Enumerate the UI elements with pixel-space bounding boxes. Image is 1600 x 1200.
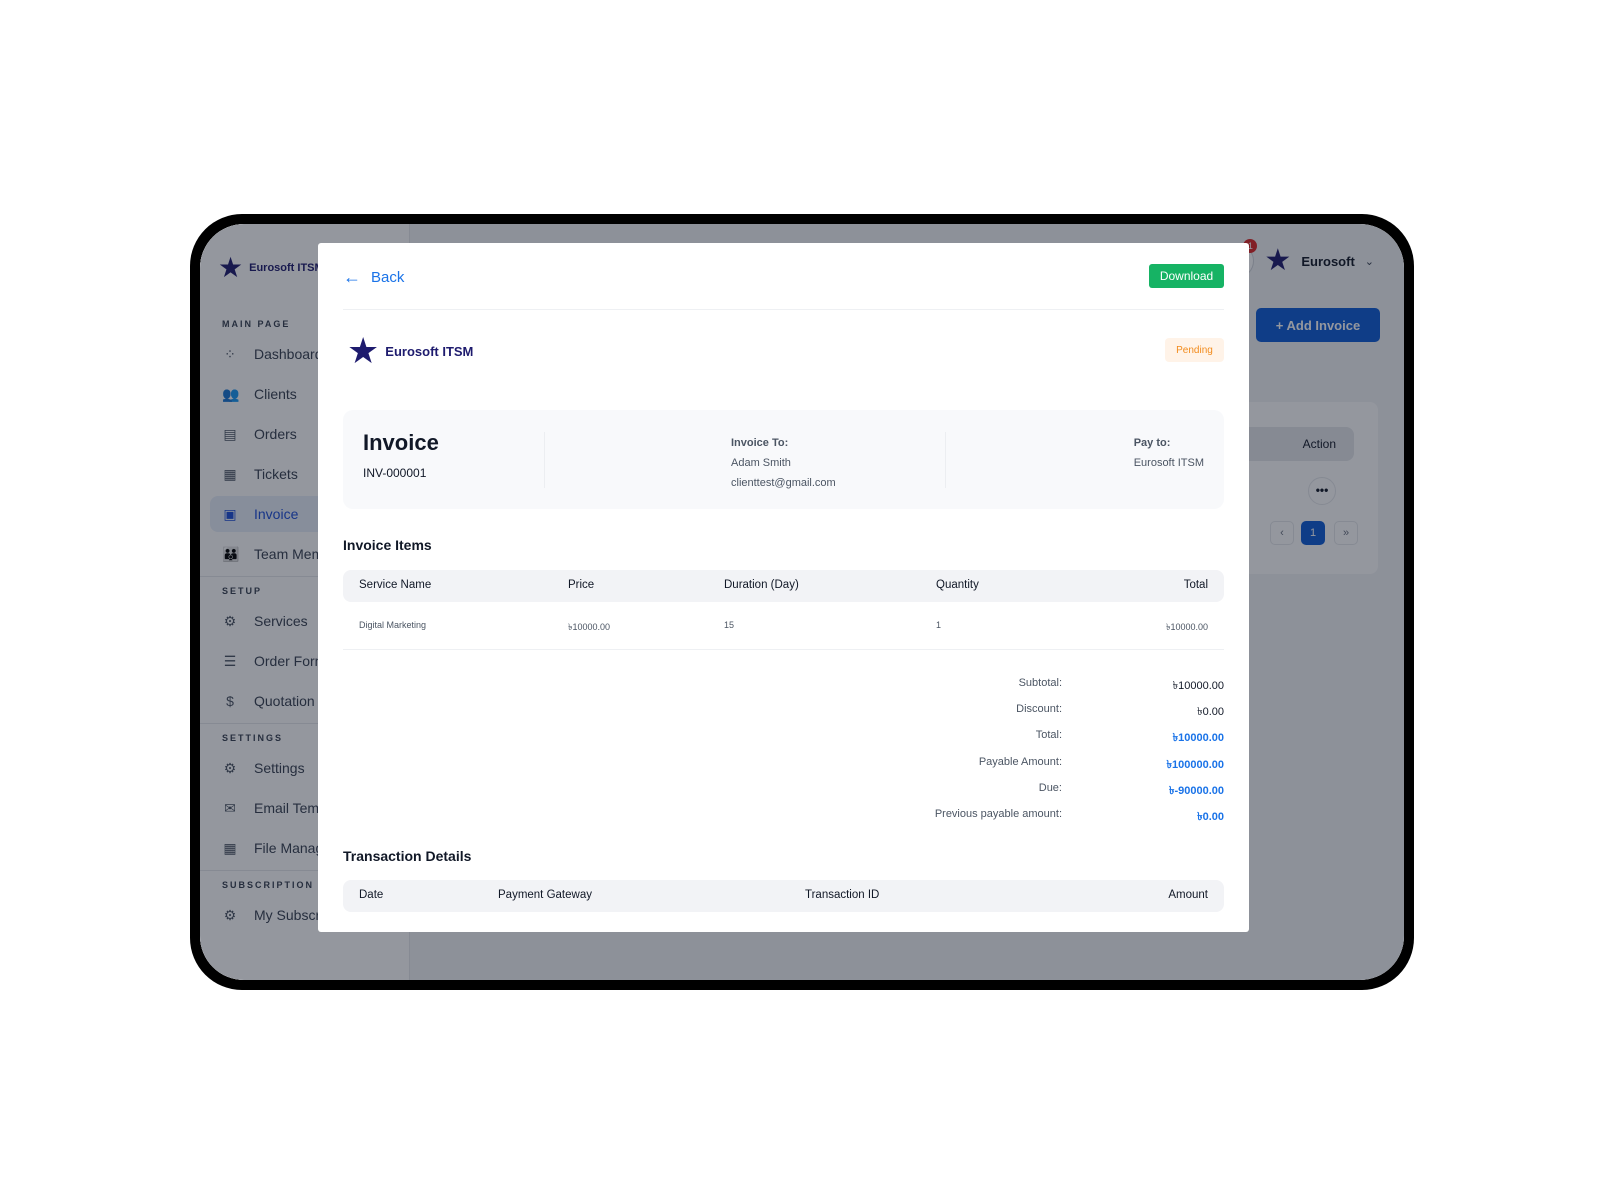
col-date: Date (359, 889, 384, 901)
arrow-left-icon: ← (343, 267, 361, 287)
header-divider (343, 309, 1224, 310)
invoice-summary: Subtotal: ৳10000.00 Discount: ৳0.00 Total:… (904, 673, 1224, 830)
status-badge: Pending (1165, 338, 1224, 362)
col-transaction-id: Transaction ID (805, 889, 880, 901)
summary-label: Previous payable amount: (934, 807, 1062, 820)
col-service-name: Service Name (359, 579, 432, 591)
cell-service-name: Digital Marketing (359, 620, 427, 630)
invoice-modal: ← Back Download ★ Eurosoft ITSM Pending … (318, 243, 1249, 932)
client-email: clienttest@gmail.com (731, 477, 836, 489)
summary-previous-payable: Previous payable amount: ৳0.00 (904, 804, 1224, 830)
summary-payable-amount: Payable Amount: ৳100000.00 (904, 752, 1224, 778)
table-row: Digital Marketing ৳10000.00 15 1 ৳10000.… (343, 602, 1224, 650)
invoice-number: INV-000001 (363, 466, 427, 480)
star-logo-icon: ★ (347, 330, 380, 371)
pay-to: Pay to: Eurosoft ITSM (1134, 433, 1204, 473)
invoice-info-card: Invoice INV-000001 Invoice To: Adam Smit… (343, 410, 1224, 509)
col-quantity: Quantity (936, 579, 979, 591)
invoice-brand: ★ Eurosoft ITSM (347, 333, 473, 369)
invoice-title: Invoice (363, 430, 439, 455)
transaction-details-title: Transaction Details (343, 848, 472, 864)
back-button[interactable]: ← Back (343, 267, 404, 288)
transactions-table-header: Date Payment Gateway Transaction ID Amou… (343, 880, 1224, 912)
brand-name: Eurosoft ITSM (385, 343, 474, 359)
summary-label: Subtotal: (1018, 677, 1062, 689)
summary-value: ৳0.00 (1197, 810, 1224, 823)
pay-to-name: Eurosoft ITSM (1133, 457, 1204, 469)
column-divider (544, 432, 545, 488)
download-button[interactable]: Download (1149, 264, 1224, 288)
summary-due: Due: ৳-90000.00 (904, 778, 1224, 804)
col-duration: Duration (Day) (724, 579, 799, 591)
summary-value: ৳10000.00 (1172, 732, 1224, 745)
col-payment-gateway: Payment Gateway (498, 889, 592, 901)
cell-duration: 15 (724, 620, 735, 630)
summary-discount: Discount: ৳0.00 (904, 699, 1224, 725)
summary-total: Total: ৳10000.00 (904, 725, 1224, 751)
summary-value: ৳0.00 (1197, 706, 1224, 719)
pay-to-label: Pay to: (1133, 437, 1171, 449)
invoice-to: Invoice To: Adam Smith clienttest@gmail.… (731, 433, 836, 493)
back-label: Back (371, 269, 405, 286)
col-price: Price (568, 579, 595, 591)
summary-value: ৳100000.00 (1166, 758, 1224, 771)
invoice-to-label: Invoice To: (731, 437, 789, 449)
cell-total: ৳10000.00 (1165, 622, 1208, 632)
summary-label: Total: (1035, 729, 1062, 742)
client-name: Adam Smith (731, 457, 791, 469)
summary-value: ৳-90000.00 (1168, 784, 1224, 797)
cell-quantity: 1 (936, 620, 942, 630)
column-divider (945, 432, 946, 488)
summary-label: Discount: (1016, 703, 1062, 716)
col-total: Total (1183, 579, 1208, 591)
cell-price: ৳10000.00 (568, 622, 611, 632)
summary-label: Payable Amount: (978, 755, 1062, 768)
summary-subtotal: Subtotal: ৳10000.00 (904, 673, 1224, 699)
items-table-header: Service Name Price Duration (Day) Quanti… (343, 570, 1224, 602)
col-amount: Amount (1168, 889, 1208, 901)
invoice-items-title: Invoice Items (343, 537, 432, 553)
summary-label: Due: (1038, 781, 1062, 794)
summary-value: ৳10000.00 (1172, 680, 1224, 692)
